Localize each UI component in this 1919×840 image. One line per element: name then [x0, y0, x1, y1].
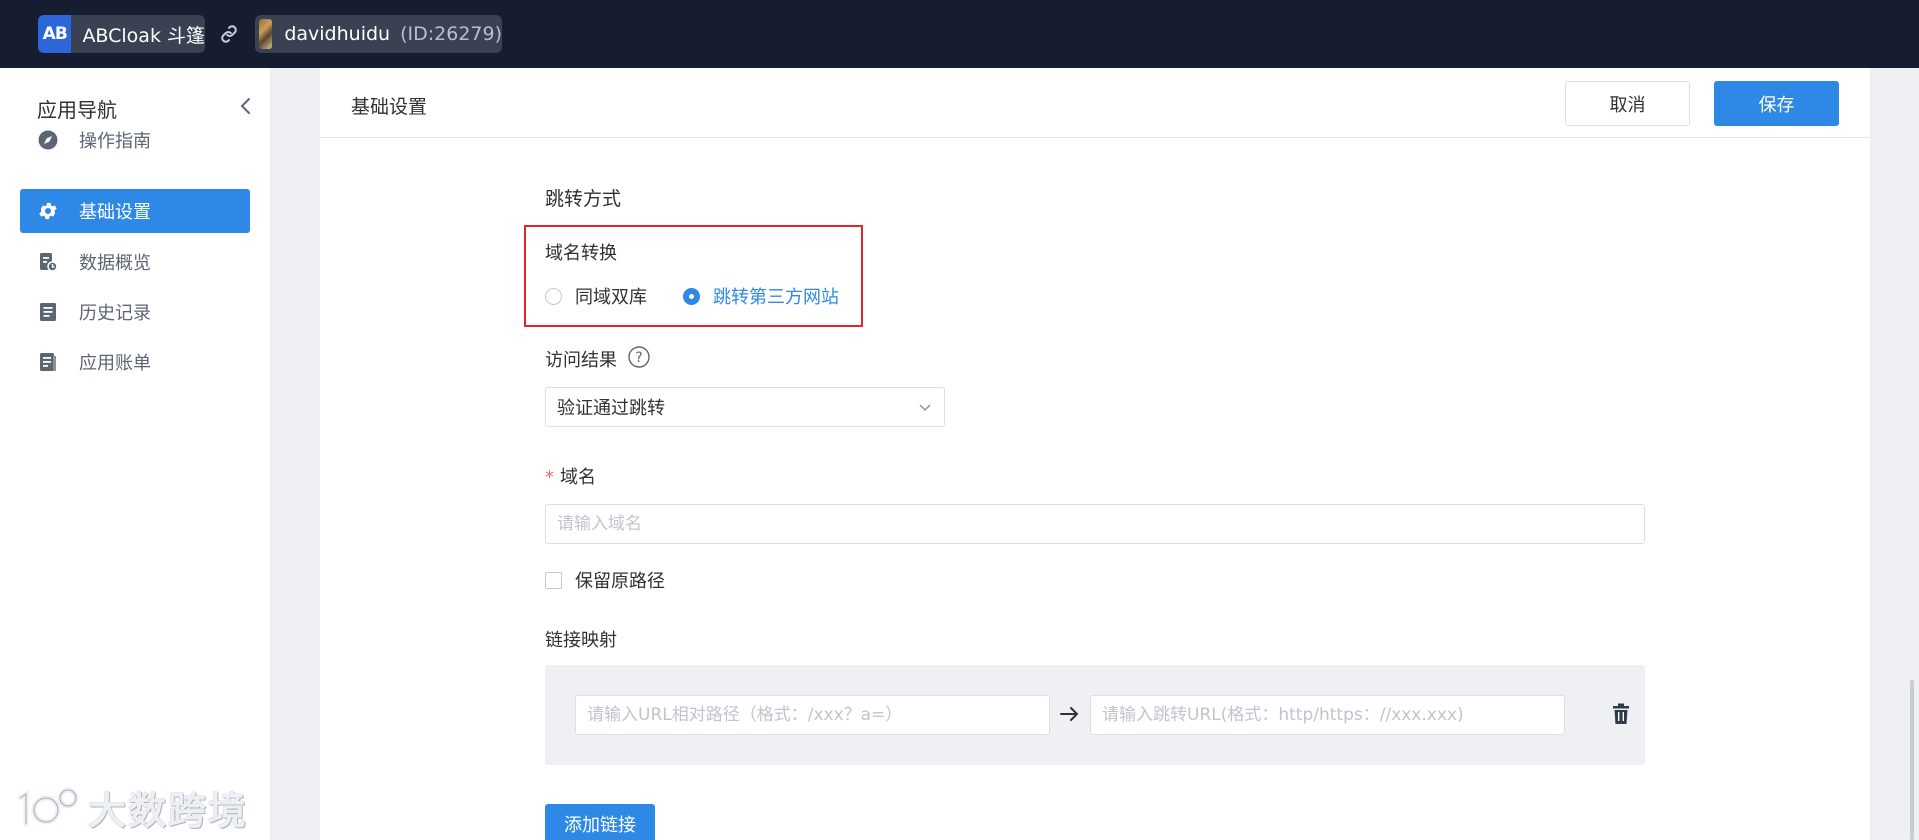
select-value: 验证通过跳转 [557, 398, 665, 419]
scrollbar[interactable] [1910, 680, 1914, 840]
sidebar: 应用导航 操作指南 基础设置 数据概览 历史记录 应用账单 [0, 68, 270, 840]
panel-header: 基础设置 取消 保存 [320, 68, 1870, 138]
sidebar-item-label: 应用账单 [79, 353, 151, 374]
sidebar-item-label: 基础设置 [79, 202, 151, 223]
document-icon [37, 301, 59, 323]
add-link-button[interactable]: 添加链接 [545, 804, 655, 840]
required-mark: * [545, 467, 554, 488]
user-id: (ID:26279) [400, 23, 502, 45]
sidebar-item-guide[interactable]: 操作指南 [20, 118, 250, 162]
radio-circle [683, 287, 700, 305]
link-icon [221, 25, 237, 43]
app-name: ABCloak 斗篷 [82, 24, 205, 47]
sidebar-item-basic-settings[interactable]: 基础设置 [20, 189, 250, 233]
radio-label: 跳转第三方网站 [713, 287, 839, 308]
path-input[interactable] [575, 695, 1050, 735]
page-title: 基础设置 [351, 96, 428, 118]
access-result-select[interactable]: 验证通过跳转 [545, 387, 945, 427]
domain-label: * 域名 [545, 463, 596, 489]
settings-panel: 基础设置 取消 保存 跳转方式 域名转换 同域双库 跳转第三方网站 访问结果 ?… [320, 68, 1870, 840]
watermark-logo-icon [17, 787, 79, 827]
svg-text:?: ? [635, 350, 642, 366]
domain-label-text: 域名 [560, 467, 596, 488]
top-bar: AB ABCloak 斗篷 davidhuidu (ID:26279) [0, 0, 1919, 68]
chevron-down-icon [919, 404, 931, 412]
help-icon[interactable]: ? [628, 346, 650, 368]
domain-conversion-label: 域名转换 [545, 243, 617, 264]
data-report-icon [37, 251, 59, 273]
user-name: davidhuidu [284, 23, 391, 45]
app-logo: AB [38, 15, 72, 53]
arrow-right-icon [1060, 707, 1079, 721]
sidebar-item-billing[interactable]: 应用账单 [20, 340, 250, 384]
watermark-text: 大数跨境 [88, 788, 249, 833]
save-button[interactable]: 保存 [1714, 81, 1839, 126]
app-switcher[interactable]: AB ABCloak 斗篷 [38, 15, 205, 53]
chevron-left-icon[interactable] [238, 96, 254, 116]
sidebar-item-label: 数据概览 [79, 253, 151, 274]
sidebar-item-data-overview[interactable]: 数据概览 [20, 240, 250, 284]
domain-input[interactable] [545, 504, 1645, 544]
sidebar-item-label: 历史记录 [79, 303, 151, 324]
access-result-label: 访问结果 [545, 350, 617, 371]
keep-path-checkbox[interactable]: 保留原路径 [545, 567, 665, 593]
trash-icon[interactable] [1611, 703, 1631, 725]
radio-circle [545, 287, 562, 305]
user-account[interactable]: davidhuidu (ID:26279) [255, 15, 502, 53]
bill-icon [37, 351, 59, 373]
link-mapping-label: 链接映射 [545, 630, 617, 651]
section-title: 跳转方式 [545, 188, 622, 210]
sidebar-item-label: 操作指南 [79, 131, 151, 152]
checkbox-box [545, 571, 562, 589]
gear-icon [37, 200, 59, 222]
sidebar-item-history[interactable]: 历史记录 [20, 290, 250, 334]
avatar [259, 19, 273, 49]
checkbox-label: 保留原路径 [575, 571, 665, 592]
compass-icon [37, 129, 59, 151]
radio-label: 同域双库 [575, 287, 647, 308]
link-mapping-row [545, 665, 1645, 765]
radio-third-party[interactable]: 跳转第三方网站 [683, 283, 839, 309]
cancel-button[interactable]: 取消 [1565, 81, 1690, 126]
radio-same-domain[interactable]: 同域双库 [545, 283, 647, 309]
watermark: 大数跨境 [12, 782, 249, 833]
target-url-input[interactable] [1090, 695, 1565, 735]
